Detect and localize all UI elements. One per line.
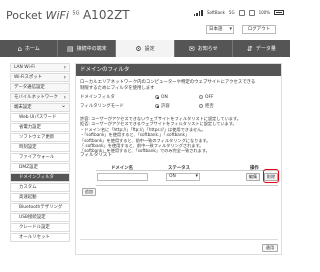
network-type: 5G xyxy=(228,10,235,15)
brand-5g: 5G xyxy=(72,10,80,17)
page-title: ドメインのフィルタ xyxy=(76,64,281,76)
header-bar: Pocket WiFi 5G A102ZT SoftBank 5G 100% 日… xyxy=(0,0,290,38)
sidebar-item-bluetooth-tethering[interactable]: Bluetoothテザリング xyxy=(10,202,70,213)
main-nav: ⌂ ホーム ▤ 接続中の端末 ⚙ 設定 ✉ お知らせ ⇵ データ量 xyxy=(0,40,290,57)
tab-notifications[interactable]: ✉ お知らせ xyxy=(175,40,233,57)
domain-filter-row: ドメインフィルタ ON OFF xyxy=(80,94,214,101)
tab-settings[interactable]: ⚙ 設定 xyxy=(116,40,175,57)
sidebar-item-mobile-network[interactable]: モバイルネットワーク xyxy=(10,92,70,103)
logout-button[interactable]: ログアウト xyxy=(242,25,276,34)
sidebar-item-wifi-spot[interactable]: Wi-Fiスポット xyxy=(10,72,70,83)
table-row-divider xyxy=(96,185,278,186)
mail-icon: ✉ xyxy=(188,44,195,53)
devices-icon: ▤ xyxy=(66,44,74,53)
filter-off-radio[interactable] xyxy=(199,95,203,99)
mode-allow-radio[interactable] xyxy=(155,104,159,108)
language-select[interactable]: 日本語 xyxy=(206,25,234,34)
status-select[interactable]: ON xyxy=(166,173,200,181)
domain-filter-label: ドメインフィルタ xyxy=(80,95,115,100)
tab-label: お知らせ xyxy=(197,46,218,52)
tab-label: 設定 xyxy=(144,46,155,52)
description-line: 制限するためにフィルタを使用します xyxy=(80,86,155,91)
battery-icon xyxy=(274,10,284,15)
filter-on-label: ON xyxy=(161,94,168,100)
sidebar-item-fast-boot[interactable]: 高速起動 xyxy=(10,192,70,203)
domain-name-input[interactable] xyxy=(97,173,148,181)
battery-percent: 100% xyxy=(258,10,270,15)
sidebar-item-device-settings[interactable]: 端末設定 xyxy=(10,102,70,113)
sidebar-item-all-reset[interactable]: オールリセット xyxy=(10,232,70,243)
sidebar-item-dmz[interactable]: DMZ設定 xyxy=(10,162,70,173)
page-description: ローカルエリアネットワーク内のコンピューターや特定のウェブサイトにアクセスできる… xyxy=(80,80,278,92)
table-header-divider xyxy=(96,170,278,171)
highlight-ring xyxy=(263,169,279,183)
mode-deny-radio[interactable] xyxy=(199,104,203,108)
tab-label: 接続中の端末 xyxy=(76,46,107,52)
tab-label: データ量 xyxy=(255,46,276,52)
filter-notes: 許容: ユーザーがアクセスできないウェブサイトをフィルタリストに設定しています。… xyxy=(80,116,280,154)
home-icon: ⌂ xyxy=(17,44,22,53)
filter-list-title: フィルタリスト xyxy=(80,153,113,158)
sidebar-item-cradle[interactable]: クレードル設定 xyxy=(10,222,70,233)
tab-data-usage[interactable]: ⇵ データ量 xyxy=(233,40,290,57)
tab-home[interactable]: ⌂ ホーム xyxy=(0,40,59,57)
sim-icon xyxy=(248,9,255,16)
filter-mode-label: フィルタリングモード xyxy=(80,104,124,109)
filter-off-label: OFF xyxy=(205,94,214,100)
sidebar-item-software-update[interactable]: ソフトウェア更新 xyxy=(10,132,70,143)
settings-sidebar: LAN Wi-Fi Wi-Fiスポット データ通信設定 モバイルネットワーク 端… xyxy=(10,63,70,243)
sidebar-item-custom[interactable]: カスタム xyxy=(10,182,70,193)
footer-divider xyxy=(80,239,278,240)
sidebar-item-webui-password[interactable]: Web UIパスワード xyxy=(10,112,70,123)
mode-allow-label: 許容 xyxy=(161,104,170,109)
sidebar-item-time[interactable]: 時刻設定 xyxy=(10,142,70,153)
edit-button[interactable]: 編集 xyxy=(246,173,260,181)
domain-filter-panel: ドメインのフィルタ ローカルエリアネットワーク内のコンピューターや特定のウェブサ… xyxy=(75,63,282,255)
gear-icon: ⚙ xyxy=(135,44,142,53)
apply-button[interactable]: 適用 xyxy=(262,244,278,252)
status-indicators: SoftBank 5G 100% xyxy=(193,9,284,16)
filter-mode-row: フィルタリングモード 許容 拒否 xyxy=(80,103,214,109)
mode-deny-label: 拒否 xyxy=(205,104,214,109)
brand-wifi: WiFi xyxy=(45,9,69,22)
brand-prefix: Pocket xyxy=(6,9,43,22)
data-usage-icon: ⇵ xyxy=(246,44,253,53)
signal-icon xyxy=(193,9,203,16)
tab-devices[interactable]: ▤ 接続中の端末 xyxy=(58,40,117,57)
sidebar-item-power-saving[interactable]: 省電力設定 xyxy=(10,122,70,133)
sidebar-item-firewall[interactable]: ファイアウォール xyxy=(10,152,70,163)
tab-label: ホーム xyxy=(24,46,40,52)
product-logo: Pocket WiFi 5G A102ZT xyxy=(6,8,130,22)
sidebar-item-usb[interactable]: USB接続設定 xyxy=(10,212,70,223)
wifi-status-icon xyxy=(238,9,245,16)
sidebar-item-lan-wifi[interactable]: LAN Wi-Fi xyxy=(10,63,70,73)
model-name: A102ZT xyxy=(82,8,130,22)
sidebar-item-data-settings[interactable]: データ通信設定 xyxy=(10,82,70,93)
filter-on-radio[interactable] xyxy=(155,95,159,99)
add-button[interactable]: 追加 xyxy=(82,188,96,196)
network-name: SoftBank xyxy=(206,10,225,15)
sidebar-item-domain-filter[interactable]: ドメインフィルタ xyxy=(10,172,70,183)
